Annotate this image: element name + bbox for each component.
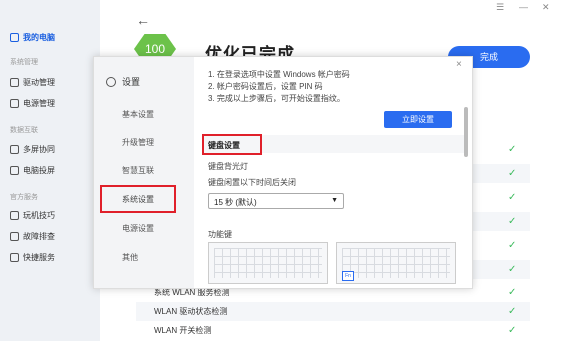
check-row: WLAN 驱动状态检测 ✓ [136,302,530,321]
back-arrow-icon[interactable]: ← [136,12,150,28]
nav-system-selected[interactable]: 系统设置 [100,185,176,213]
nav-basic[interactable]: 基本设置 [122,109,154,120]
sidebar-item-quick[interactable]: 快捷服务 [10,250,55,264]
minimize-icon[interactable]: — [519,2,528,12]
close-window-icon[interactable]: ✕ [542,2,550,13]
nav-other[interactable]: 其他 [122,252,138,263]
driver-icon [10,77,19,87]
projection-icon [10,165,19,175]
close-icon[interactable]: × [456,59,462,70]
check-icon: ✓ [508,325,517,336]
keyboard-section-title: 键盘设置 [202,134,262,155]
backlight-label: 键盘背光灯 [208,162,248,171]
fn-section-title: 功能键 [208,230,232,239]
nav-smart-link[interactable]: 智慧互联 [122,165,154,176]
settings-dialog: 设置 基本设置 升级管理 智慧互联 系统设置 电源设置 其他 × 1. 在登录选… [93,56,473,289]
sidebar-item-driver[interactable]: 驱动管理 [10,75,55,89]
keyboard-fn-image [336,242,456,284]
gear-icon [106,76,116,87]
sidebar-item-multiscreen[interactable]: 多屏协同 [10,142,55,156]
tips-icon [10,210,19,220]
keyboard-image [208,242,328,284]
check-row: WLAN 开关检测 ✓ [154,325,517,336]
menu-icon[interactable]: ☰ [496,2,504,13]
sidebar-item-tips[interactable]: 玩机技巧 [10,208,55,222]
instruction-2: 2. 帐户密码设置后，设置 PIN 码 [208,82,323,91]
nav-power[interactable]: 电源设置 [122,223,154,234]
settings-nav: 设置 基本设置 升级管理 智慧互联 系统设置 电源设置 其他 [94,57,194,288]
multiscreen-icon [10,144,19,154]
sidebar-group-service: 官方服务 [10,194,38,201]
computer-icon [10,32,19,42]
check-icon: ✓ [508,264,517,275]
left-sidebar: 我的电脑 系统管理 驱动管理 电源管理 数据互联 多屏协同 电脑投屏 官方服务 … [0,0,100,341]
check-icon: ✓ [508,240,517,251]
nav-upgrade[interactable]: 升级管理 [122,137,154,148]
wrench-icon [10,231,19,241]
check-icon: ✓ [508,306,517,317]
settings-header: 设置 [106,75,140,88]
scrollbar[interactable] [464,107,468,157]
dropdown-arrow-icon: ▼ [331,197,338,204]
instruction-3: 3. 完成以上步骤后，可开始设置指纹。 [208,94,345,103]
service-icon [10,252,19,262]
check-icon: ✓ [508,144,517,155]
battery-icon [10,98,19,108]
check-icon: ✓ [508,287,517,298]
sidebar-group-interconnect: 数据互联 [10,127,38,134]
sidebar-group-system: 系统管理 [10,59,38,66]
sidebar-item-troubleshoot[interactable]: 故障排查 [10,229,55,243]
check-icon: ✓ [508,216,517,227]
timeout-select[interactable]: 15 秒 (默认) ▼ [208,193,344,209]
sidebar-item-power[interactable]: 电源管理 [10,96,55,110]
check-icon: ✓ [508,192,517,203]
instruction-1: 1. 在登录选项中设置 Windows 帐户密码 [208,70,350,79]
fn-key-icon: Fn [342,271,354,281]
sidebar-item-my-pc[interactable]: 我的电脑 [10,30,55,44]
idle-off-label: 键盘闲置以下时间后关闭 [208,178,296,187]
check-icon: ✓ [508,168,517,179]
setup-now-button[interactable]: 立即设置 [384,111,452,128]
sidebar-item-projection[interactable]: 电脑投屏 [10,163,55,177]
